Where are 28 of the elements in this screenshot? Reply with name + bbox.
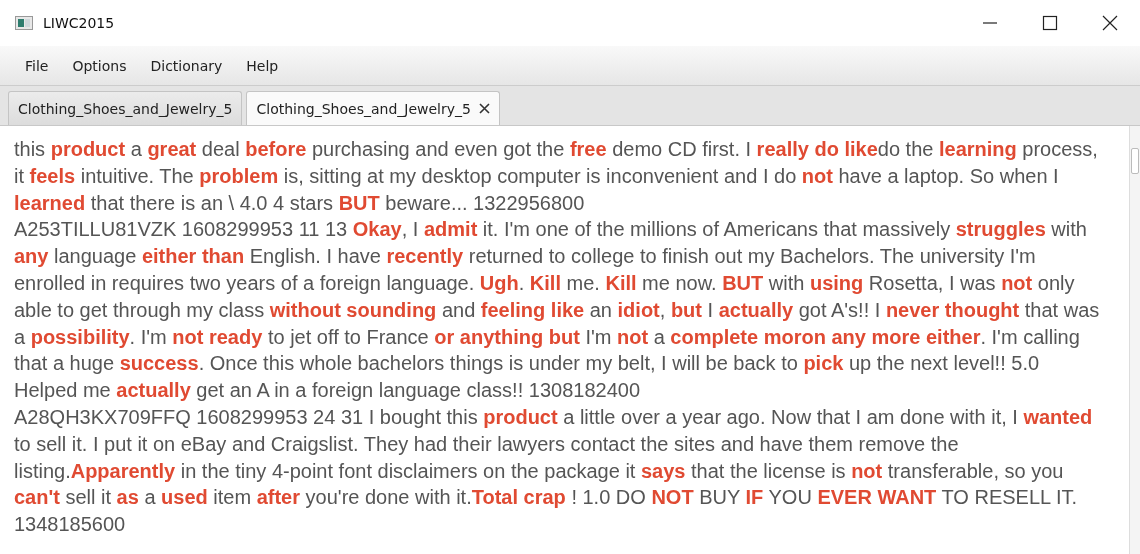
text-line: learned that there is an \ 4.0 4 stars BUT beware... 1322956800	[14, 190, 586, 216]
menu-item[interactable]: Help	[234, 57, 291, 74]
text-line: A28QH3KX709FFQ 1608299953 24 31 I bought this product a little over a year ago. Now that I am done with it, I wanted	[14, 404, 1094, 430]
text-line: enrolled in requires two years of a foreign language. Ugh. Kill me. Kill me now. BUT with using Rosetta, I was not only	[14, 271, 1076, 296]
document-tab[interactable]: Clothing_Shoes_and_Jewelry_5	[8, 91, 243, 125]
menu-item[interactable]: Options	[60, 57, 139, 74]
text-line: listing.Apparently in the tiny 4-point font disclaimers on the package it says that the license is not transferable, so you	[14, 458, 1065, 484]
text-line: 1348185600	[14, 512, 127, 538]
scrollbar-thumb[interactable]	[1131, 148, 1139, 174]
close-icon[interactable]	[478, 103, 490, 114]
close-icon[interactable]	[1102, 15, 1118, 31]
text-line: that a huge success. Once this whole bachelors things is under my belt, I will be back to pick up the next level!! 5.0	[14, 351, 1041, 377]
app-icon	[15, 16, 33, 30]
window-title: LIWC2015	[43, 15, 115, 31]
scrollbar[interactable]	[1129, 126, 1140, 554]
text-line: A253TILLU81VZK 1608299953 11 13 Okay, I admit it. I'm one of the millions of Americans that massively struggles with	[14, 217, 1088, 243]
text-line: can't sell it as a used item after you're done with it.Total crap ! 1.0 DO NOT BUY IF YOU EVER WANT TO RESELL IT.	[14, 485, 1079, 511]
text-line: to sell it. I put it on eBay and Craigslist. They had their lawyers contact the sites and have them remove the	[14, 431, 960, 457]
text-line: Helped me actually get an A in a foreign language class!! 1308182400	[14, 378, 641, 404]
menu-item[interactable]: File	[13, 57, 61, 74]
text-line: it feels intuitive. The problem is, sitting at my desktop computer is inconvenient and I do not have a laptop. So when I	[14, 163, 1060, 189]
maximize-icon[interactable]	[1042, 15, 1058, 31]
text-line: this product a great deal before purchasing and even got the free demo CD first. I really do likedo the learning process,	[14, 137, 1099, 162]
menu-item[interactable]: Dictionary	[138, 57, 235, 74]
text-line: able to get through my class without sounding and feeling like an idiot, but I actually got A's!! I never thought that was	[14, 297, 1101, 323]
text-line: a possibility. I'm not ready to jet off to France or anything but I'm not a complete moron any more either. I'm calling	[14, 324, 1081, 350]
document-tab[interactable]: Clothing_Shoes_and_Jewelry_5	[246, 91, 500, 125]
text-line: any language either than English. I have recently returned to college to finish out my Bachelors. The university I'm	[14, 244, 1037, 270]
